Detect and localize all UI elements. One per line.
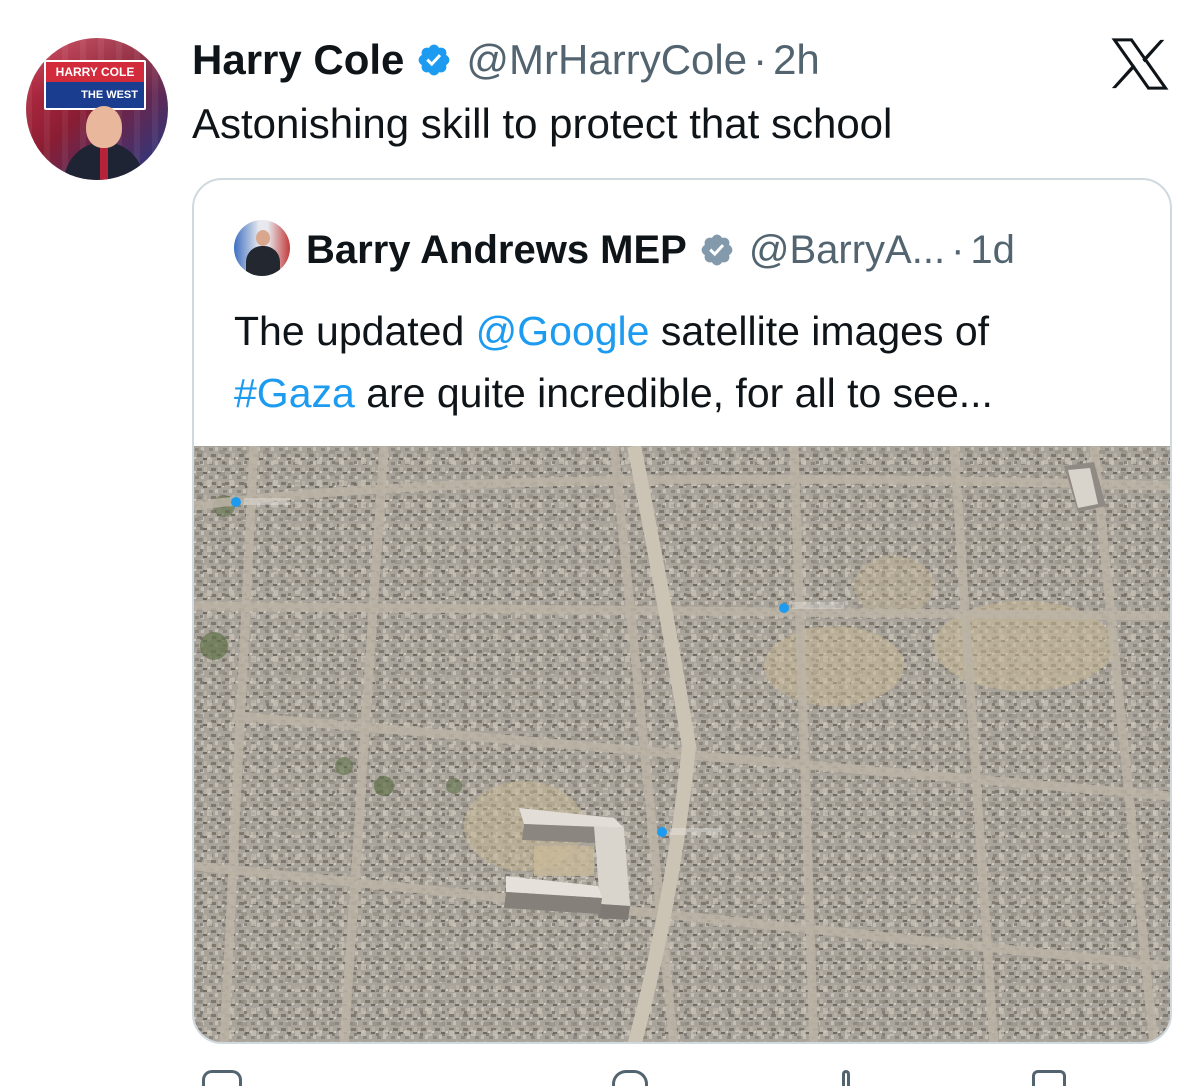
- mention-link[interactable]: @Google: [476, 308, 650, 354]
- quoted-text-part-3: are quite incredible, for all to see...: [354, 370, 993, 416]
- quoted-tweet-header: Barry Andrews MEP @BarryA... · 1d: [306, 224, 1015, 276]
- quoted-tweet-timestamp[interactable]: 1d: [970, 224, 1015, 276]
- author-name[interactable]: Harry Cole: [192, 34, 404, 86]
- quoted-tweet-card[interactable]: Barry Andrews MEP @BarryA... · 1d The up…: [192, 178, 1172, 1044]
- x-logo-icon: [1111, 38, 1169, 90]
- tweet-text: Astonishing skill to protect that school: [192, 100, 893, 147]
- tweet-timestamp[interactable]: 2h: [773, 34, 820, 86]
- views-icon[interactable]: [842, 1070, 850, 1086]
- satellite-image[interactable]: [194, 446, 1170, 1042]
- avatar-sign: HARRY COLE THE WEST: [44, 60, 146, 110]
- avatar-person-tie: [100, 146, 108, 180]
- avatar-person-head: [86, 106, 122, 148]
- hashtag-link[interactable]: #Gaza: [234, 370, 355, 416]
- author-handle[interactable]: @MrHarryCole: [466, 34, 747, 86]
- tweet-header: Harry Cole @MrHarryCole · 2h: [192, 34, 820, 86]
- author-avatar[interactable]: HARRY COLE THE WEST: [26, 38, 168, 180]
- quoted-author-name[interactable]: Barry Andrews MEP: [306, 224, 687, 276]
- verified-badge-icon: [701, 234, 733, 266]
- quoted-avatar-head: [256, 230, 270, 246]
- satellite-image-graphic: [194, 446, 1170, 1042]
- verified-badge-icon: [419, 44, 450, 76]
- quoted-author-handle[interactable]: @BarryA...: [749, 224, 945, 276]
- tweet-actions: [192, 1066, 1172, 1086]
- header-separator: ·: [753, 36, 768, 83]
- quoted-text-part-2: satellite images of: [649, 308, 990, 354]
- quoted-author-avatar[interactable]: [234, 220, 290, 276]
- quoted-avatar-body: [246, 246, 280, 276]
- like-icon[interactable]: [612, 1070, 648, 1086]
- reply-icon[interactable]: [202, 1070, 242, 1086]
- bookmark-icon[interactable]: [1032, 1070, 1066, 1086]
- avatar-sign-bottom: THE WEST: [81, 89, 138, 101]
- avatar-sign-top: HARRY COLE: [46, 62, 144, 82]
- quoted-tweet-text: The updated @Google satellite images of #…: [234, 300, 1154, 424]
- quoted-header-separator: ·: [951, 228, 965, 272]
- quoted-text-part-1: The updated: [234, 308, 476, 354]
